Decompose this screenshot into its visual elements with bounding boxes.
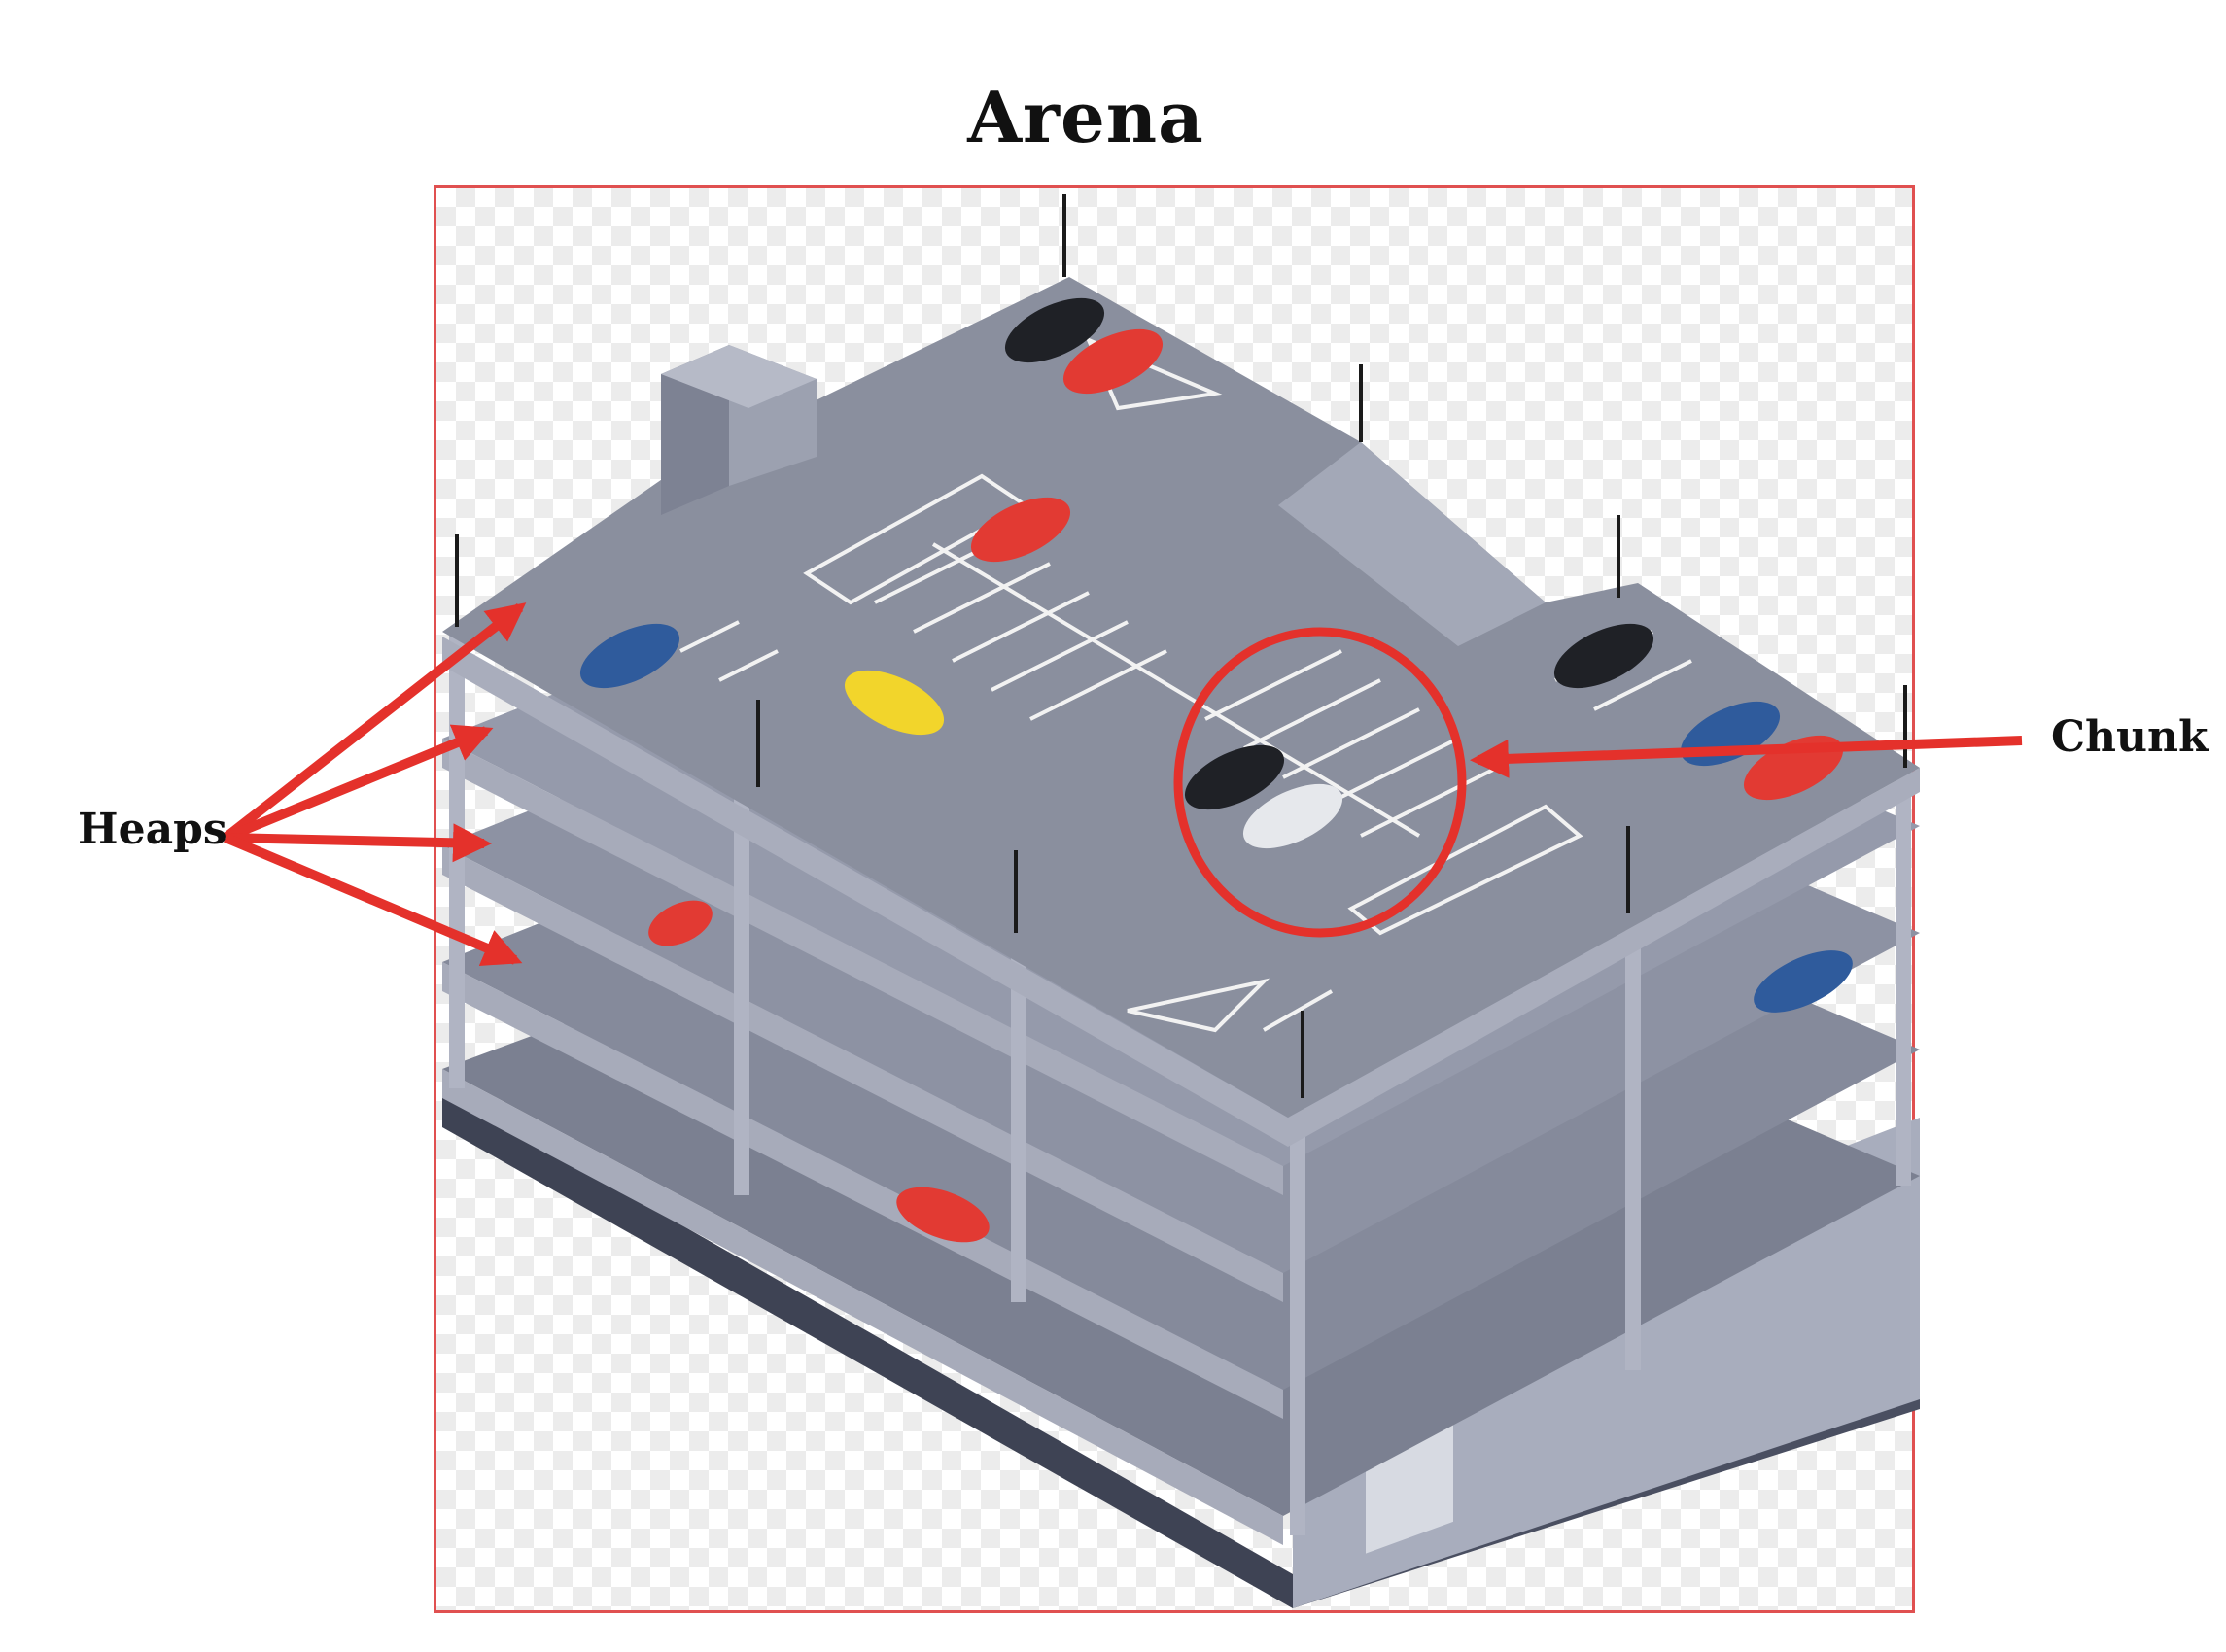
column (1290, 1079, 1305, 1535)
heaps-arrow-1 (222, 602, 527, 842)
heaps-arrow-3 (225, 823, 492, 863)
column (1896, 768, 1911, 1186)
heaps-label: Heaps (78, 805, 227, 854)
chunk-label: Chunk (2051, 712, 2209, 762)
parking-garage-illustration (222, 194, 2023, 1608)
column (449, 632, 465, 1088)
column (1625, 913, 1641, 1370)
column (734, 777, 749, 1195)
heaps-arrow-2 (224, 724, 494, 843)
